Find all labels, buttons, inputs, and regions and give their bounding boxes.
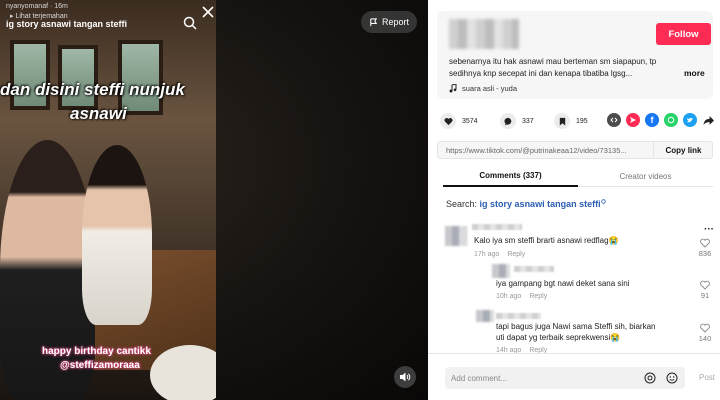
tab-comments[interactable]: Comments (337) [443, 166, 578, 187]
video-link-box: https://www.tiktok.com/@putrinakeaa12/vi… [437, 141, 713, 159]
emoji-icon[interactable] [666, 372, 678, 384]
tiktok-app: nyanyomanaf · 16m ▸ Lihat terjemahan ig … [0, 0, 720, 400]
music-info[interactable]: suara asli - yuda [449, 84, 517, 93]
save-count: 195 [576, 117, 588, 125]
embed-icon[interactable] [607, 113, 621, 127]
related-search[interactable]: Search: ig story asnawi tangan steffi [446, 199, 607, 209]
video-birthday-text: happy birthday cantikk [42, 346, 151, 357]
video-player[interactable]: nyanyomanaf · 16m ▸ Lihat terjemahan ig … [0, 0, 428, 400]
comment-count: 337 [522, 117, 534, 125]
comment-avatar-blurred[interactable] [492, 264, 510, 278]
related-search-prefix: Search: [446, 199, 478, 209]
scene-window [58, 45, 98, 110]
comment-author-blurred[interactable] [472, 224, 522, 230]
music-title: suara asli - yuda [462, 84, 518, 93]
speaker-icon [400, 372, 411, 382]
comment-avatar-blurred[interactable] [445, 226, 467, 246]
reply-button[interactable]: Reply [507, 251, 525, 258]
overlay-search-text: ig story asnawi tangan steffi [6, 19, 128, 29]
scene-person-right [82, 145, 152, 325]
heart-outline-icon [700, 238, 710, 248]
twitter-icon[interactable] [683, 113, 697, 127]
heart-icon [440, 113, 456, 129]
comment-text: iya gampang bgt nawi deket sana sini [496, 279, 630, 288]
more-button[interactable]: more [684, 68, 705, 78]
comment-like-count: 836 [698, 249, 712, 258]
video-frame[interactable]: nyanyomanaf · 16m ▸ Lihat terjemahan ig … [0, 0, 216, 400]
comment-time: 10h ago [496, 293, 522, 300]
follow-button[interactable]: Follow [656, 23, 711, 45]
comment-like-count: 140 [698, 334, 712, 343]
comment-text: tapi bagus juga Nawi sama Steffi sih, bi… [496, 322, 656, 331]
related-search-query[interactable]: ig story asnawi tangan steffi [480, 199, 601, 209]
reply-button[interactable]: Reply [529, 293, 547, 300]
overlay-username: nyanyomanaf · 16m [6, 3, 68, 10]
comment-like[interactable]: 91 [695, 280, 715, 300]
report-button[interactable]: Report [361, 11, 417, 33]
tab-creator-videos[interactable]: Creator videos [578, 166, 713, 187]
creator-card: Follow sebenarnya itu hak asnawi mau ber… [437, 11, 713, 99]
mention-icon[interactable] [644, 372, 656, 384]
heart-outline-icon [700, 323, 710, 333]
more-options-icon[interactable]: ··· [704, 224, 714, 235]
search-icon[interactable] [182, 15, 198, 31]
like-count: 3574 [462, 117, 478, 125]
action-bar: 3574 337 195 f [440, 113, 714, 129]
comment-text-line-2: uti dapat yg terbaik seprekwensi😭 [496, 333, 621, 342]
video-caption-line-2: asnawi [70, 104, 127, 123]
search-arrow-icon [600, 199, 606, 204]
video-description: sebenarnya itu hak asnawi mau berteman s… [449, 57, 657, 78]
flag-icon [370, 17, 378, 26]
report-label: Report [381, 17, 409, 27]
comment-meta: 10h ago Reply [496, 293, 555, 300]
comment-like[interactable]: 140 [695, 323, 715, 343]
comment-author-blurred[interactable] [496, 313, 541, 319]
video-link-url[interactable]: https://www.tiktok.com/@putrinakeaa12/vi… [446, 146, 646, 155]
video-mention-text: @steffizamoraaa [60, 360, 140, 371]
music-note-icon [449, 84, 457, 93]
heart-outline-icon [700, 280, 710, 290]
comment-icon [500, 113, 516, 129]
copy-link-button[interactable]: Copy link [653, 142, 713, 158]
close-icon[interactable] [200, 4, 216, 20]
comment-like[interactable]: 836 [695, 238, 715, 258]
side-panel: Follow sebenarnya itu hak asnawi mau ber… [428, 0, 720, 400]
facebook-icon[interactable]: f [645, 113, 659, 127]
save-action[interactable]: 195 [554, 113, 588, 129]
comment-action[interactable]: 337 [500, 113, 534, 129]
comment-composer: Add comment... Post [428, 353, 720, 400]
comment-like-count: 91 [700, 291, 710, 300]
comment-text: Kalo iya sm steffi brarti asnawi redflag… [474, 236, 619, 245]
creator-avatar-blurred[interactable] [449, 19, 519, 49]
whatsapp-icon[interactable] [664, 113, 678, 127]
post-button[interactable]: Post [699, 373, 715, 382]
volume-button[interactable] [394, 366, 416, 388]
video-caption-line-1: dan disini steffi nunjuk [0, 80, 185, 99]
bookmark-icon [554, 113, 570, 129]
comment-meta: 17h ago Reply [474, 251, 533, 258]
like-action[interactable]: 3574 [440, 113, 478, 129]
send-to-friends-icon[interactable] [626, 113, 640, 127]
comment-tabs: Comments (337) Creator videos [443, 166, 713, 187]
comment-avatar-blurred[interactable] [476, 310, 494, 322]
comment-author-blurred[interactable] [514, 266, 554, 272]
comment-time: 17h ago [474, 251, 500, 258]
share-forward-icon[interactable] [701, 113, 715, 127]
